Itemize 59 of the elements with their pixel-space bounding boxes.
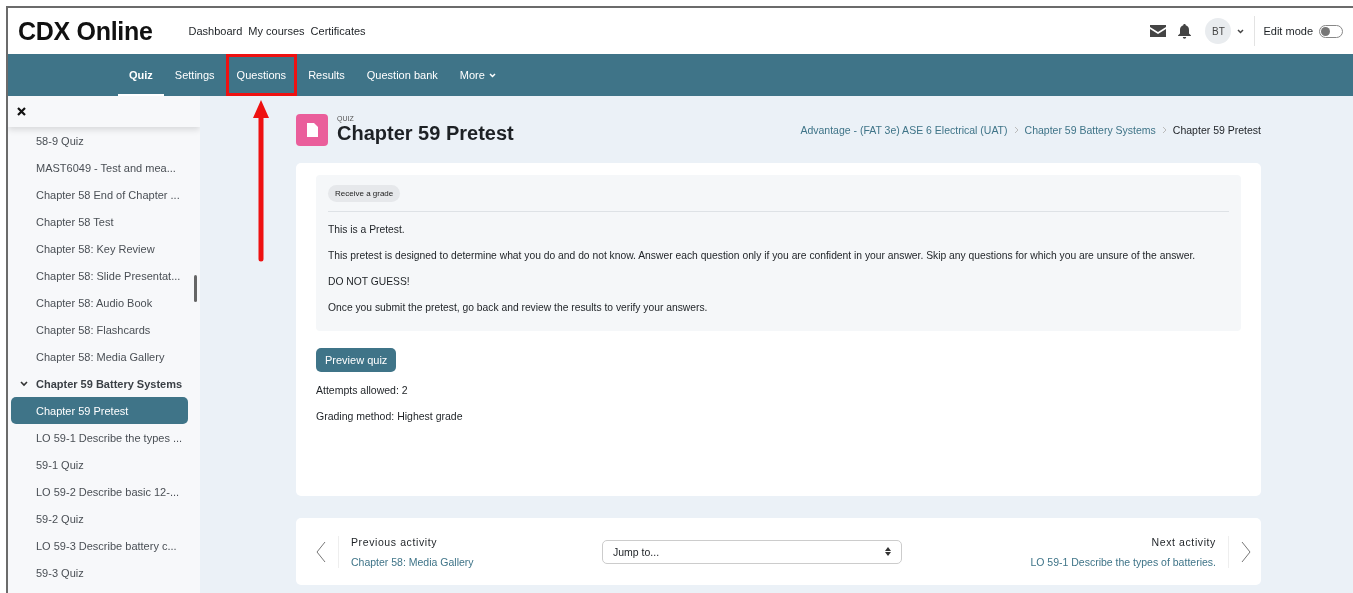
sidebar-item[interactable]: Chapter 58: Slide Presentat... (11, 262, 188, 289)
caret-icon (488, 72, 496, 78)
description-text: DO NOT GUESS! (328, 275, 411, 289)
nav-tab[interactable]: Results (297, 54, 356, 96)
breadcrumb-separator-icon (1013, 125, 1019, 134)
nav-tab[interactable]: Question bank (355, 54, 449, 96)
sidebar-item[interactable]: Chapter 58: Media Gallery (11, 343, 188, 370)
previous-activity-link[interactable]: Chapter 58: Media Gallery (351, 555, 474, 568)
logo[interactable]: CDX Online (18, 16, 153, 46)
chevron-left-icon (316, 540, 326, 563)
description-text: Once you submit the pretest, go back and review the results to verify your answers. (328, 301, 709, 315)
nav-tab[interactable]: Questions (225, 54, 298, 96)
sidebar-item[interactable]: LO 59-3 Describe battery c... (11, 532, 188, 559)
bell-icon[interactable] (1178, 23, 1192, 39)
edit-mode-toggle[interactable] (1319, 24, 1343, 38)
sidebar-item[interactable]: 59-3 Quiz (11, 559, 188, 586)
sidebar-section[interactable]: Chapter 59 Battery Systems (11, 370, 188, 397)
quiz-info-text: Grading method: Highest grade (316, 409, 464, 424)
sidebar-item[interactable]: Chapter 58 Test (11, 208, 188, 235)
mail-icon[interactable] (1150, 25, 1167, 37)
sidebar-item[interactable]: LO 59-1 Describe the types ... (11, 424, 188, 451)
completion-badge: Receive a grade (328, 185, 401, 202)
breadcrumb-link[interactable]: Advantage - (FAT 3e) ASE 6 Electrical (UAT) (800, 123, 1008, 136)
breadcrumb-current: Chapter 59 Pretest (1172, 123, 1261, 136)
chevron-right-icon (1241, 540, 1251, 563)
previous-activity-heading: Previous activity (351, 535, 439, 548)
sort-arrows-icon (884, 547, 891, 556)
sidebar-item[interactable]: Chapter 58: Audio Book (11, 289, 188, 316)
chevron-down-icon (20, 380, 28, 387)
sidebar-item[interactable]: 59-2 Quiz (11, 505, 188, 532)
close-icon[interactable] (17, 107, 26, 116)
sidebar-item[interactable]: Chapter 58: Key Review (11, 235, 188, 262)
description-text: This pretest is designed to determine what you do and do not know. Answer each question only if you are confident in your answer. Skip any questions for which you are unsure of the answer. (328, 249, 1197, 263)
edit-mode-label: Edit mode (1263, 25, 1313, 37)
quiz-info-text: Attempts allowed: 2 (316, 383, 409, 398)
user-avatar[interactable]: BT (1205, 18, 1232, 44)
breadcrumb-link[interactable]: Chapter 59 Battery Systems (1024, 123, 1156, 136)
header-link[interactable]: Dashboard (188, 25, 243, 37)
caret-icon (1237, 28, 1245, 34)
sidebar-item[interactable]: Chapter 59 Pretest (11, 397, 188, 424)
description-text: This is a Pretest. (328, 223, 406, 237)
sidebar-item[interactable]: Chapter 58 End of Chapter ... (11, 181, 188, 208)
breadcrumb-separator-icon (1161, 125, 1167, 134)
header-link[interactable]: Certificates (310, 25, 366, 37)
header-link[interactable]: My courses (248, 25, 305, 37)
page-title: Chapter 59 Pretest (337, 122, 514, 144)
sidebar-item[interactable]: 59-1 Quiz (11, 451, 188, 478)
next-activity-link[interactable]: LO 59-1 Describe the types of batteries. (1030, 555, 1216, 568)
preview-quiz-button[interactable]: Preview quiz (316, 348, 397, 372)
sidebar-item[interactable]: Chapter 58: Flashcards (11, 316, 188, 343)
sidebar-item[interactable]: MAST6049 - Test and mea... (11, 154, 188, 181)
scrollbar-thumb[interactable] (194, 275, 197, 302)
nav-tab[interactable]: Settings (163, 54, 226, 96)
quiz-icon (296, 113, 328, 146)
more-menu[interactable]: More (448, 54, 507, 96)
next-activity-heading: Next activity (1151, 535, 1216, 548)
sidebar-item[interactable]: LO 59-2 Describe basic 12-... (11, 478, 188, 505)
jump-to-select[interactable]: Jump to... (601, 539, 902, 564)
sidebar-item[interactable]: 58-9 Quiz (11, 127, 188, 154)
